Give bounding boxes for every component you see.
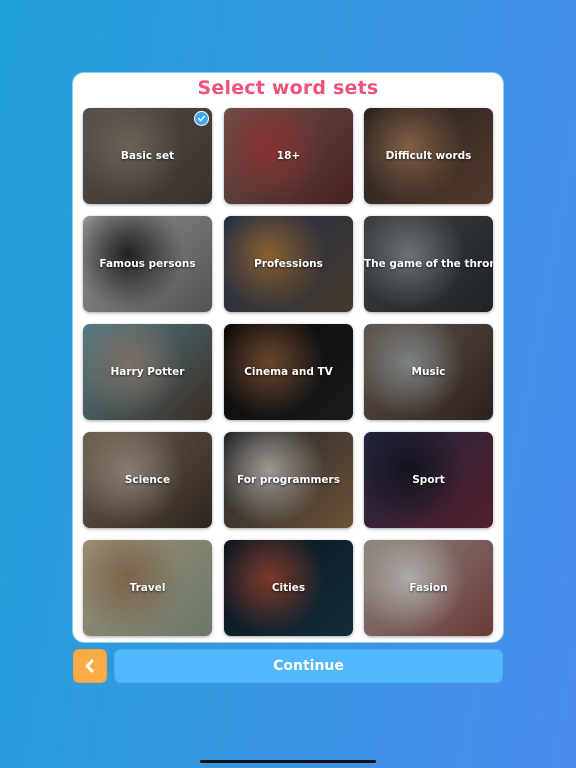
home-indicator xyxy=(200,760,376,763)
word-set-card[interactable]: Cities xyxy=(224,540,353,636)
chevron-left-icon xyxy=(85,659,94,673)
back-button[interactable] xyxy=(73,649,107,683)
word-set-label: Science xyxy=(124,474,171,486)
word-set-label: For programmers xyxy=(237,474,340,486)
word-set-label: Basic set xyxy=(120,150,175,162)
word-set-label: 18+ xyxy=(276,150,301,162)
word-set-card[interactable]: 18+ xyxy=(224,108,353,204)
word-set-card[interactable]: Harry Potter xyxy=(83,324,212,420)
word-set-label: Music xyxy=(411,366,446,378)
selected-check-icon xyxy=(194,111,209,126)
continue-button[interactable]: Continue xyxy=(114,649,503,683)
word-set-card[interactable]: Cinema and TV xyxy=(224,324,353,420)
word-set-card[interactable]: Sport xyxy=(364,432,493,528)
word-set-label: Professions xyxy=(254,258,323,270)
word-set-label: Famous persons xyxy=(99,258,196,270)
page-title: Select word sets xyxy=(197,77,379,99)
word-set-label: Difficult words xyxy=(385,150,472,162)
word-set-card[interactable]: Music xyxy=(364,324,493,420)
word-set-card[interactable]: For programmers xyxy=(224,432,353,528)
word-set-label: The game of the thrones xyxy=(364,258,493,270)
word-set-card[interactable]: Famous persons xyxy=(83,216,212,312)
word-set-card[interactable]: Science xyxy=(83,432,212,528)
word-set-label: Harry Potter xyxy=(110,366,185,378)
word-set-label: Cinema and TV xyxy=(244,366,333,378)
word-set-label: Travel xyxy=(129,582,166,594)
word-set-label: Sport xyxy=(412,474,445,486)
word-set-card[interactable]: Fasion xyxy=(364,540,493,636)
word-set-card[interactable]: The game of the thrones xyxy=(364,216,493,312)
word-set-label: Cities xyxy=(271,582,306,594)
word-set-card[interactable]: Travel xyxy=(83,540,212,636)
word-set-card[interactable]: Basic set xyxy=(83,108,212,204)
word-set-card[interactable]: Professions xyxy=(224,216,353,312)
word-set-label: Fasion xyxy=(409,582,448,594)
word-set-card[interactable]: Difficult words xyxy=(364,108,493,204)
